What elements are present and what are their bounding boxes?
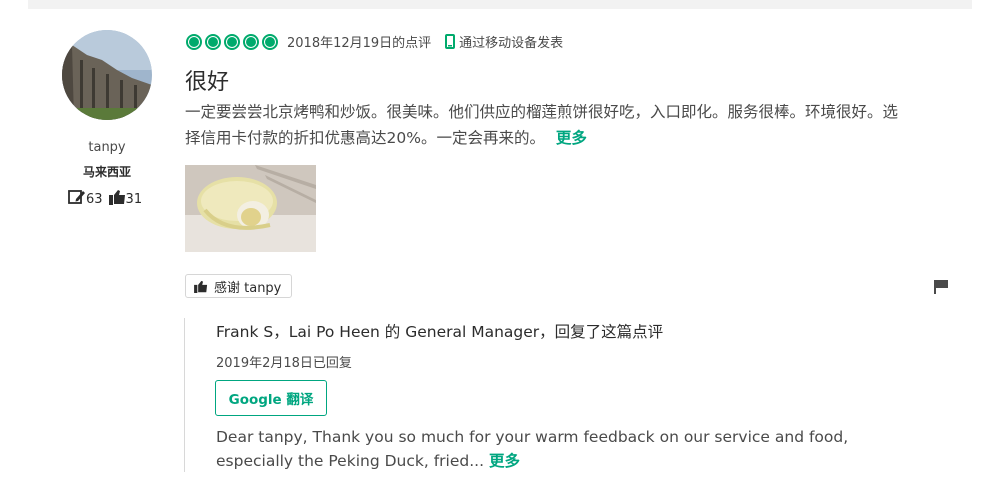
thank-reviewer-button[interactable]: 感谢 tanpy [185, 274, 293, 298]
reviewer-stats: 63 31 [68, 189, 142, 209]
reviewer-username[interactable]: tanpy [62, 140, 152, 155]
rating-bubble-icon [224, 33, 240, 50]
review-more-link[interactable]: 更多 [556, 129, 587, 147]
rating-bubble-icon [262, 33, 278, 50]
thank-label: 感谢 tanpy [214, 280, 282, 296]
rating-bubble-icon [205, 33, 221, 50]
reviewer-location: 马来西亚 [82, 165, 131, 179]
report-flag-icon[interactable] [933, 279, 949, 299]
review-rating-row: 2018年12月19日的点评 通过移动设备发表 [186, 32, 563, 51]
rating-bubble-icon [186, 33, 202, 50]
response-header: Frank S，Lai Po Heen 的 General Manager，回复… [216, 323, 664, 341]
helpful-vote-count: 31 [125, 191, 143, 207]
response-text: Dear tanpy, Thank you so much for your w… [216, 428, 849, 470]
thumbs-up-icon [194, 280, 208, 293]
review-title[interactable]: 很好 [185, 64, 229, 96]
review-body: 一定要尝尝北京烤鸭和炒饭。很美味。他们供应的榴莲煎饼很好吃，入口即化。服务很棒。… [185, 99, 905, 151]
mobile-icon [445, 34, 456, 49]
review-text: 一定要尝尝北京烤鸭和炒饭。很美味。他们供应的榴莲煎饼很好吃，入口即化。服务很棒。… [185, 103, 899, 147]
response-divider [184, 318, 185, 472]
google-translate-button[interactable]: Google 翻译 [215, 380, 327, 416]
response-more-link[interactable]: 更多 [489, 452, 520, 470]
response-date: 2019年2月18日已回复 [216, 356, 352, 371]
rating-bubble-icon [243, 33, 259, 50]
response-body: Dear tanpy, Thank you so much for your w… [216, 425, 896, 473]
mobile-label: 通过移动设备发表 [459, 36, 564, 51]
top-divider-bar [28, 0, 972, 9]
rating-bubbles [186, 33, 281, 50]
mobile-badge: 通过移动设备发表 [445, 32, 563, 51]
review-date: 2018年12月19日的点评 [287, 36, 432, 51]
reviewer-avatar[interactable] [62, 30, 152, 120]
review-photo[interactable] [185, 165, 316, 252]
review-count: 63 [86, 191, 103, 207]
thumbs-up-icon [108, 189, 126, 209]
review-count-icon [68, 189, 86, 209]
